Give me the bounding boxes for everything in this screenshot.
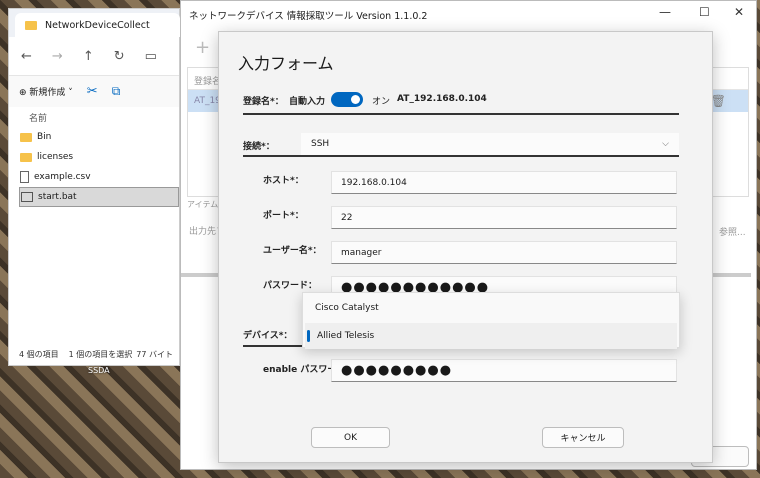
- device-option-allied[interactable]: Allied Telesis: [305, 323, 677, 349]
- dialog-title: 入力フォーム: [238, 54, 334, 73]
- app-title: ネットワークデバイス 情報採取ツール Version 1.1.0.2: [189, 11, 428, 22]
- user-label: ユーザー名*：: [263, 246, 322, 256]
- username-input[interactable]: manager: [331, 241, 677, 264]
- file-icon: [20, 171, 29, 183]
- conn-label: 接続*：: [243, 142, 275, 152]
- toggle-state: オン: [372, 97, 391, 107]
- folder-icon: [20, 132, 32, 142]
- file-explorer-window: NetworkDeviceCollect ← → ↑ ↻ ▭ ⊕ 新規作成 ˅ ✂ ⧉ …: [8, 8, 180, 366]
- password-label: パスワード：: [263, 281, 318, 291]
- back-icon[interactable]: ←: [21, 49, 32, 64]
- copy-icon[interactable]: ⧉: [112, 84, 121, 99]
- auto-input-toggle[interactable]: [331, 92, 363, 107]
- device-option-cisco[interactable]: Cisco Catalyst: [303, 295, 679, 321]
- item-name: Bin: [37, 132, 52, 142]
- host-label: ホスト*：: [263, 176, 304, 186]
- device-dropdown-list: Cisco Catalyst Allied Telesis: [302, 292, 680, 349]
- trash-icon[interactable]: 🗑: [711, 94, 726, 108]
- conn-value: SSH: [311, 139, 330, 149]
- close-icon[interactable]: ✕: [734, 5, 744, 19]
- port-label: ポート*：: [263, 211, 304, 221]
- ok-button[interactable]: OK: [311, 427, 390, 448]
- folder-icon: [25, 20, 37, 30]
- list-item[interactable]: licenses: [9, 147, 179, 167]
- column-header-name[interactable]: 名前: [9, 107, 179, 127]
- host-value: 192.168.0.104: [341, 177, 407, 188]
- item-name: example.csv: [34, 172, 91, 182]
- conn-underline: [243, 155, 679, 157]
- refresh-icon[interactable]: ↻: [114, 49, 125, 64]
- status-size: 77 バイト: [136, 350, 174, 359]
- explorer-toolbar: ⊕ 新規作成 ˅ ✂ ⧉: [9, 75, 179, 107]
- cancel-button[interactable]: キャンセル: [542, 427, 624, 448]
- maximize-icon[interactable]: ☐: [699, 5, 710, 19]
- desktop-icon-label[interactable]: SSDA: [88, 366, 110, 375]
- chevron-down-icon: ⌵: [662, 139, 669, 149]
- host-input[interactable]: 192.168.0.104: [331, 171, 677, 194]
- status-count: 4 個の項目: [19, 350, 59, 359]
- list-item[interactable]: Bin: [9, 127, 179, 147]
- cut-icon[interactable]: ✂: [87, 84, 98, 99]
- reg-label: 登録名*：: [243, 97, 284, 107]
- minimize-icon[interactable]: —: [659, 5, 671, 19]
- enable-password-value: ●●●●●●●●●: [341, 363, 453, 378]
- reg-underline: [243, 113, 679, 115]
- device-label: デバイス*：: [243, 331, 293, 341]
- port-value: 22: [341, 212, 353, 223]
- monitor-icon[interactable]: ▭: [145, 49, 157, 64]
- add-icon[interactable]: +: [195, 37, 210, 58]
- item-name: start.bat: [38, 192, 77, 202]
- folder-icon: [20, 152, 32, 162]
- item-name: licenses: [37, 152, 74, 162]
- input-form-dialog: 入力フォーム 登録名*： 自動入力 オン AT_192.168.0.104 接続…: [218, 31, 713, 463]
- browse-button[interactable]: 参照...: [719, 225, 746, 238]
- new-button[interactable]: ⊕ 新規作成 ˅: [19, 85, 73, 98]
- user-value: manager: [341, 247, 382, 258]
- bat-file-icon: [21, 192, 33, 202]
- list-item[interactable]: example.csv: [9, 167, 179, 187]
- status-bar: 4 個の項目 1 個の項目を選択 77 バイト: [19, 349, 173, 360]
- forward-icon[interactable]: →: [52, 49, 63, 64]
- enable-password-input[interactable]: ●●●●●●●●●: [331, 359, 677, 382]
- reg-value: AT_192.168.0.104: [397, 94, 487, 104]
- list-item[interactable]: start.bat: [19, 187, 179, 207]
- tab-title: NetworkDeviceCollect: [45, 19, 150, 31]
- new-label: 新規作成: [29, 88, 66, 98]
- auto-label: 自動入力: [289, 97, 326, 107]
- status-selected: 1 個の項目を選択: [68, 350, 133, 359]
- explorer-nav: ← → ↑ ↻ ▭: [9, 37, 179, 75]
- explorer-tab-bar: NetworkDeviceCollect: [9, 9, 180, 37]
- up-icon[interactable]: ↑: [83, 49, 94, 64]
- explorer-tab[interactable]: NetworkDeviceCollect: [15, 13, 180, 37]
- port-input[interactable]: 22: [331, 206, 677, 229]
- connection-combobox[interactable]: SSH ⌵: [301, 133, 679, 155]
- file-list: 名前 Bin licenses example.csv start.bat: [9, 107, 179, 207]
